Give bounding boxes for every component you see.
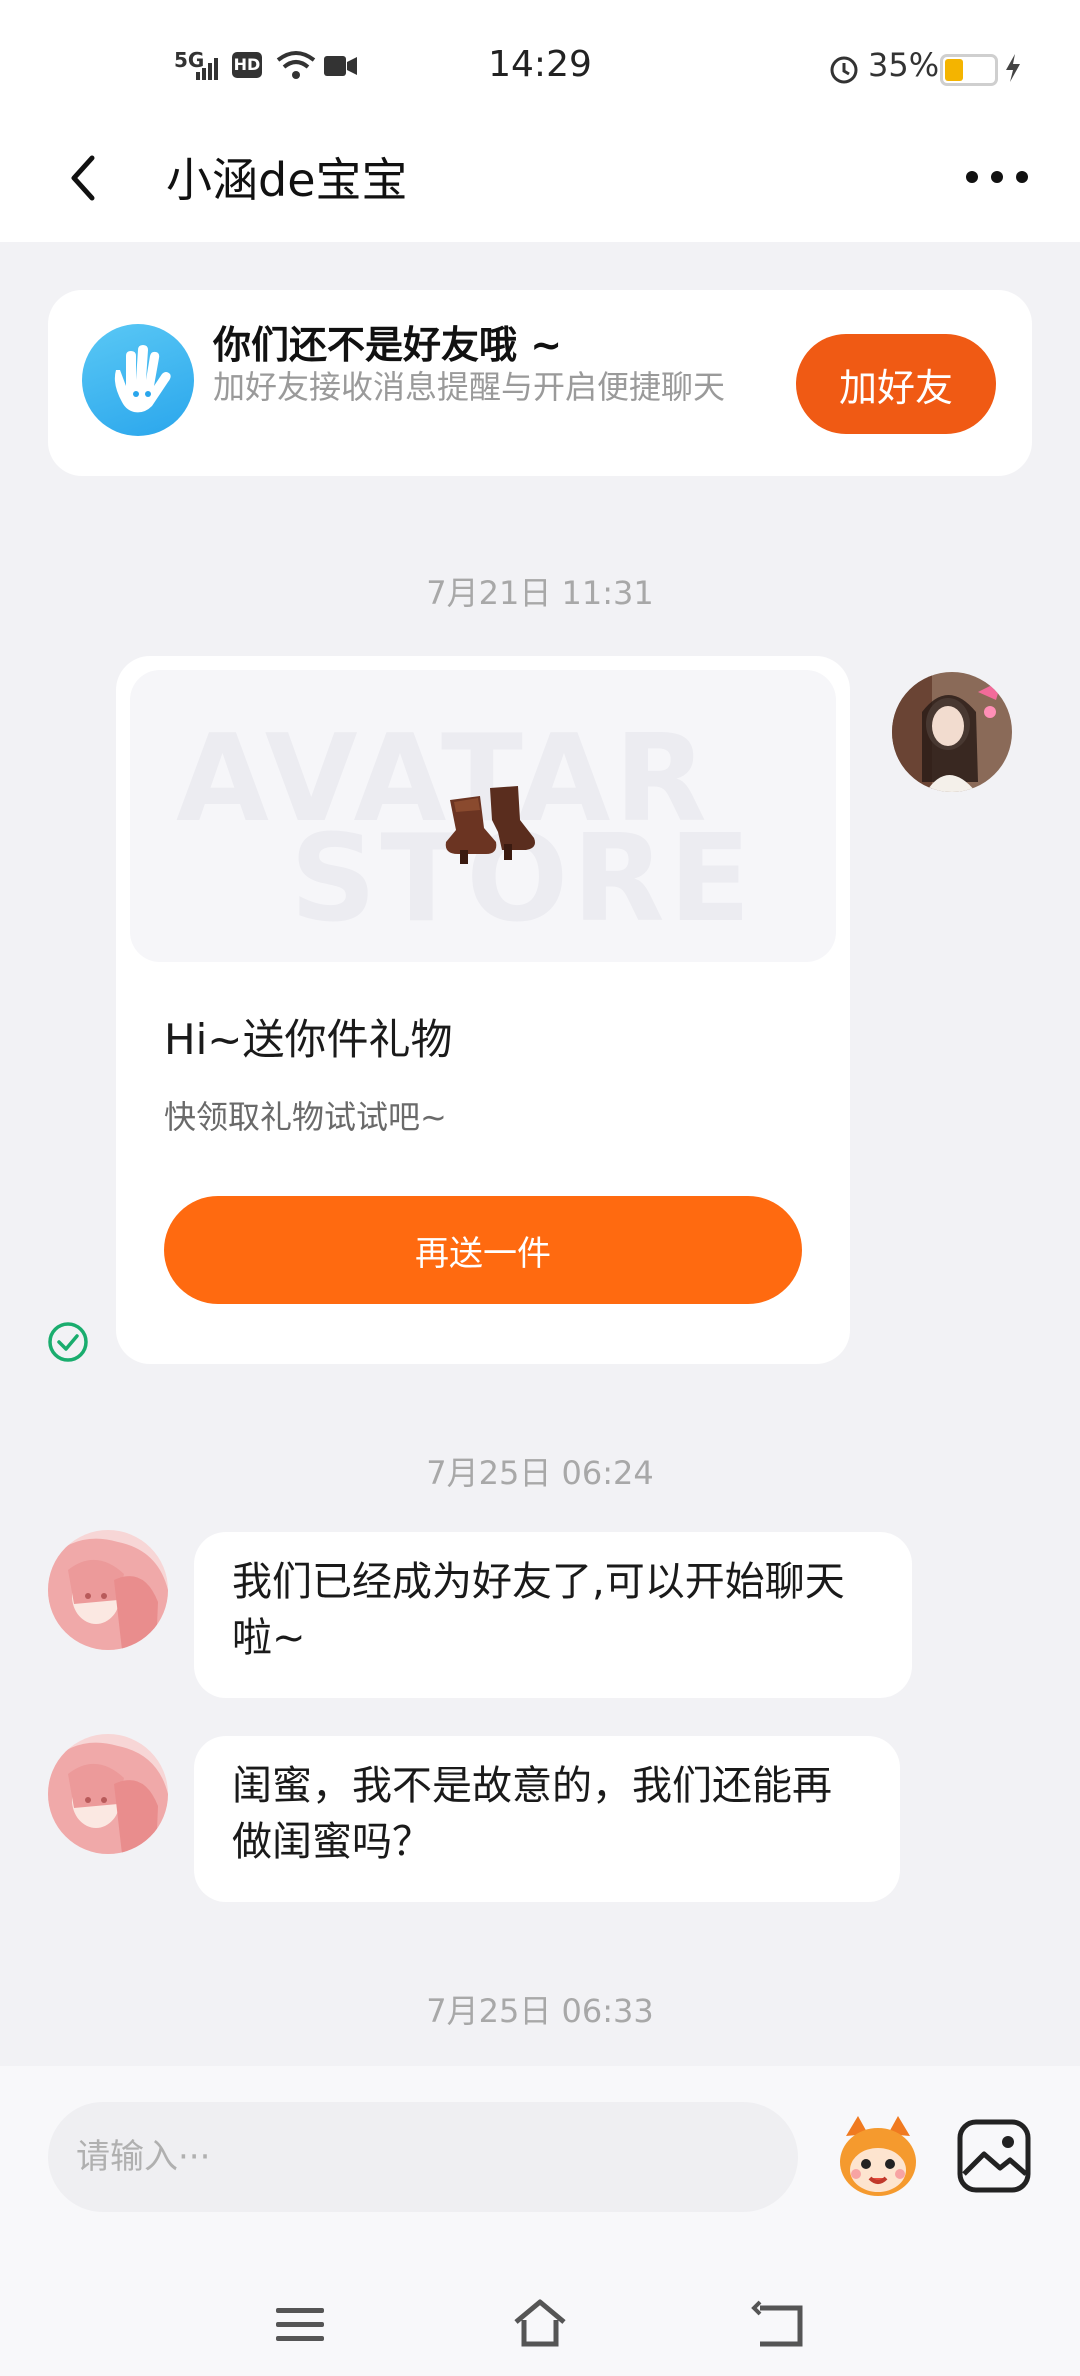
- gift-image: AVATAR STORE: [130, 670, 836, 962]
- gift-title: Hi~送你件礼物: [164, 1015, 453, 1064]
- timestamp: 7月25日 06:24: [426, 1454, 654, 1492]
- more-options-icon[interactable]: [962, 162, 1032, 192]
- back-arrow-icon[interactable]: [56, 148, 116, 208]
- charging-icon: [1006, 54, 1020, 82]
- battery-level: [945, 59, 963, 81]
- message-text: 我们已经成为好友了,可以开始聊天啦~: [232, 1559, 845, 1661]
- avatar[interactable]: [892, 672, 1012, 792]
- banner-title: 你们还不是好友哦 ~: [213, 323, 563, 367]
- chat-header: 小涵de宝宝: [0, 120, 1080, 242]
- avatar[interactable]: [48, 1530, 168, 1650]
- sent-check-icon: [48, 1322, 88, 1362]
- message-bubble[interactable]: 我们已经成为好友了,可以开始聊天啦~: [194, 1532, 912, 1698]
- wave-hand-icon: [82, 324, 194, 436]
- timestamp: 7月21日 11:31: [426, 574, 654, 612]
- boots-icon: [445, 786, 535, 864]
- input-bar: [0, 2066, 1080, 2376]
- timestamp: 7月25日 06:33: [426, 1992, 654, 2030]
- status-bar: 5G HD 14:29 35%: [0, 0, 1080, 120]
- send-another-button[interactable]: 再送一件: [164, 1196, 802, 1304]
- home-nav-icon[interactable]: [510, 2294, 570, 2354]
- menu-nav-icon[interactable]: [270, 2294, 330, 2354]
- alarm-icon: [830, 56, 858, 84]
- add-friend-banner: 你们还不是好友哦 ~ 加好友接收消息提醒与开启便捷聊天 加好友: [48, 290, 1032, 476]
- emoji-icon[interactable]: [828, 2106, 928, 2206]
- message-input[interactable]: [48, 2102, 798, 2212]
- battery-icon: [940, 54, 998, 86]
- add-friend-button[interactable]: 加好友: [796, 334, 996, 434]
- message-text: 闺蜜，我不是故意的，我们还能再做闺蜜吗？: [232, 1763, 832, 1865]
- back-nav-icon[interactable]: [750, 2294, 810, 2354]
- gift-subtitle: 快领取礼物试试吧~: [164, 1098, 447, 1136]
- chat-title: 小涵de宝宝: [166, 153, 408, 207]
- banner-subtitle: 加好友接收消息提醒与开启便捷聊天: [213, 368, 726, 406]
- image-icon[interactable]: [956, 2118, 1032, 2194]
- message-bubble[interactable]: 闺蜜，我不是故意的，我们还能再做闺蜜吗？: [194, 1736, 900, 1902]
- gift-card[interactable]: AVATAR STORE Hi~送你件礼物 快领取礼物试试吧~ 再送一件: [116, 656, 850, 1364]
- battery-percent: 35%: [868, 46, 940, 84]
- avatar[interactable]: [48, 1734, 168, 1854]
